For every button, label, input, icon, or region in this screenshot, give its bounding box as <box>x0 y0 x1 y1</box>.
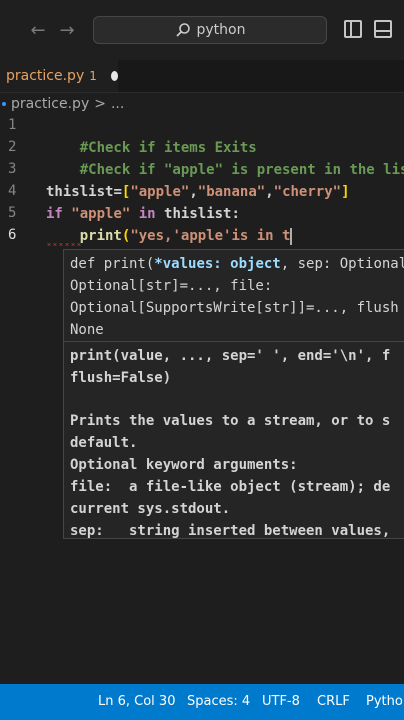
doc-line: Optional keyword arguments: <box>70 457 298 473</box>
toggle-panel-icon[interactable] <box>374 20 392 38</box>
line-number: 1 <box>8 117 17 133</box>
doc-line: print(value, ..., sep=' ', end='\n', f <box>70 348 391 364</box>
comma: , <box>189 184 198 200</box>
string: "banana" <box>197 184 266 200</box>
command-center-search[interactable]: python <box>93 16 327 44</box>
doc-line: flush=False) <box>70 370 172 386</box>
breadcrumb: practice.py > ... <box>0 93 124 115</box>
identifier: thislist <box>46 184 114 200</box>
search-icon <box>175 23 190 37</box>
doc-line: sep: string inserted between values, <box>70 523 391 539</box>
string: "apple" <box>130 184 190 200</box>
doc-line: Prints the values to a stream, or to s <box>70 413 391 429</box>
signature-line: Optional[str]=..., file: <box>70 278 273 294</box>
tab-label: practice.py <box>6 68 85 84</box>
tab-bar: practice.py 1 <box>0 60 404 93</box>
comma: , <box>265 184 274 200</box>
identifier: thislist <box>164 206 232 222</box>
line-ending[interactable]: CRLF <box>317 684 350 720</box>
operator: = <box>113 184 122 200</box>
line-number: 3 <box>8 161 17 177</box>
active-parameter: *values: object <box>154 256 281 272</box>
text-cursor <box>290 227 293 245</box>
breadcrumb-file[interactable]: practice.py <box>11 96 89 112</box>
function-name: print <box>79 228 122 244</box>
code-line-4: thislist=["apple","banana","cherry"] <box>46 181 350 203</box>
keyword: if <box>46 206 63 222</box>
arrow-left-icon[interactable]: ← <box>28 20 48 42</box>
language-mode[interactable]: Python <box>366 684 404 720</box>
divider <box>64 341 404 342</box>
search-text: python <box>196 22 246 38</box>
arrow-right-icon[interactable]: → <box>57 20 77 42</box>
colon: : <box>231 206 240 222</box>
unsaved-dot-icon[interactable] <box>110 71 118 81</box>
doc-line: current sys.stdout. <box>70 501 231 517</box>
line-number: 2 <box>8 139 17 155</box>
cursor-position[interactable]: Ln 6, Col 30 <box>98 684 175 720</box>
bracket: ] <box>341 184 350 200</box>
signature-rest: , sep: Optional <box>280 256 404 272</box>
signature-line: def print(*values: object, sep: Optional <box>70 253 404 275</box>
status-bar: Ln 6, Col 30 Spaces: 4 UTF-8 CRLF Python <box>0 684 404 720</box>
string: "yes,'apple'is in t <box>130 228 291 244</box>
toggle-sidebar-icon[interactable] <box>344 20 362 38</box>
signature-prefix: def print( <box>70 256 155 272</box>
indentation[interactable]: Spaces: 4 <box>187 684 250 720</box>
line-number: 4 <box>8 183 17 199</box>
signature-line: Optional[SupportsWrite[str]]=..., flush <box>70 300 399 316</box>
code-line-6: print("yes,'apple'is in t <box>46 225 293 247</box>
code-line-2: #Check if "apple" is present in the list <box>46 137 404 178</box>
python-file-icon <box>2 102 6 106</box>
doc-line: default. <box>70 435 138 451</box>
problem-count: 1 <box>89 69 97 83</box>
doc-line: file: a file-like object (stream); de <box>70 479 391 495</box>
signature-line: None <box>70 322 104 338</box>
chevron-right-icon: > <box>94 96 106 112</box>
breadcrumb-more[interactable]: ... <box>111 96 124 112</box>
comment: #Check if "apple" is present in the list <box>79 162 404 178</box>
title-bar: ← → python <box>0 0 404 60</box>
signature-help-popup: def print(*values: object, sep: Optional… <box>63 249 404 539</box>
keyword: in <box>138 206 156 222</box>
code-line-5: if "apple" in thislist: <box>46 203 240 225</box>
encoding[interactable]: UTF-8 <box>262 684 300 720</box>
string: "cherry" <box>273 184 342 200</box>
error-squiggle <box>46 243 82 246</box>
code-line-1: #Check if items Exits <box>46 115 257 156</box>
tab-practice-py[interactable]: practice.py 1 <box>0 60 118 92</box>
line-number: 6 <box>8 227 17 243</box>
line-number: 5 <box>8 205 17 221</box>
string: "apple" <box>71 206 131 222</box>
